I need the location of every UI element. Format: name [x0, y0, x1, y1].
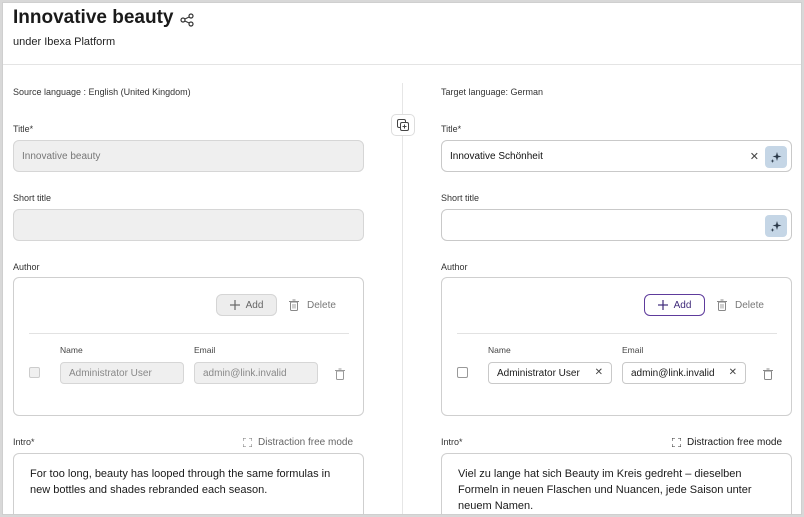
- share-icon[interactable]: [179, 11, 194, 27]
- page-header: Innovative beauty under Ibexa Platform: [3, 3, 801, 65]
- page-subtitle: under Ibexa Platform: [13, 36, 116, 48]
- copy-translation-button[interactable]: [391, 114, 415, 136]
- target-language-label: Target language: German: [441, 87, 544, 97]
- source-distraction-free-button: Distraction free mode: [243, 437, 353, 448]
- source-author-email-value: admin@link.invalid: [203, 367, 287, 379]
- ai-sparkle-icon: [770, 152, 782, 163]
- source-title-field: Innovative beauty: [13, 140, 364, 172]
- target-email-header: Email: [622, 345, 644, 355]
- target-title-label: Title*: [441, 124, 462, 134]
- source-author-email-field: admin@link.invalid: [194, 362, 318, 384]
- expand-icon: [243, 438, 252, 447]
- plus-icon: [229, 300, 240, 310]
- target-author-name-field[interactable]: Administrator User ✕: [488, 362, 612, 384]
- target-add-button[interactable]: Add: [644, 294, 705, 316]
- source-delete-label: Delete: [307, 299, 336, 311]
- source-add-label: Add: [245, 299, 264, 311]
- target-intro-label: Intro*: [441, 437, 463, 447]
- source-delete-button: Delete: [289, 299, 336, 311]
- target-distraction-free-button[interactable]: Distraction free mode: [672, 437, 782, 448]
- source-author-name-value: Administrator User: [69, 367, 152, 379]
- source-short-title-label: Short title: [13, 193, 52, 203]
- expand-icon: [672, 438, 681, 447]
- source-title-label: Title*: [13, 124, 34, 134]
- source-distraction-label: Distraction free mode: [258, 437, 354, 448]
- target-author-checkbox[interactable]: [457, 367, 468, 378]
- source-title-value: Innovative beauty: [22, 150, 101, 162]
- target-delete-label: Delete: [735, 299, 764, 311]
- page-title: Innovative beauty: [13, 7, 194, 29]
- target-author-label: Author: [441, 262, 468, 272]
- source-intro-label: Intro*: [13, 437, 35, 447]
- source-author-box: Add Delete Name Email Administrator User…: [13, 277, 364, 416]
- source-author-name-field: Administrator User: [60, 362, 184, 384]
- source-email-header: Email: [194, 345, 216, 355]
- trash-icon: [289, 299, 299, 311]
- target-name-header: Name: [488, 345, 511, 355]
- source-add-button: Add: [216, 294, 277, 316]
- source-intro-editor: For too long, beauty has looped through …: [13, 453, 364, 514]
- target-intro-text[interactable]: Viel zu lange hat sich Beauty im Kreis g…: [458, 468, 752, 512]
- page-title-text: Innovative beauty: [13, 7, 174, 28]
- source-language-label: Source language : English (United Kingdo…: [13, 87, 191, 97]
- target-add-label: Add: [673, 299, 692, 311]
- target-author-name-value[interactable]: Administrator User: [497, 368, 580, 379]
- target-author-box: Add Delete Name Email Administrator User…: [441, 277, 792, 416]
- ai-assist-button[interactable]: [765, 215, 787, 237]
- target-author-email-field[interactable]: admin@link.invalid ✕: [622, 362, 746, 384]
- target-delete-button[interactable]: Delete: [717, 299, 764, 311]
- translation-window: Innovative beauty under Ibexa Platform S…: [2, 2, 802, 515]
- target-short-title-field[interactable]: [441, 209, 792, 241]
- target-short-title-label: Short title: [441, 193, 480, 203]
- close-icon[interactable]: ✕: [595, 367, 603, 378]
- source-name-header: Name: [60, 345, 83, 355]
- source-author-label: Author: [13, 262, 40, 272]
- source-author-checkbox: [29, 367, 40, 378]
- target-author-email-value[interactable]: admin@link.invalid: [631, 368, 715, 379]
- ai-sparkle-icon: [770, 221, 782, 232]
- close-icon[interactable]: ✕: [750, 150, 759, 163]
- source-intro-text: For too long, beauty has looped through …: [30, 468, 331, 496]
- target-title-field[interactable]: Innovative Schönheit ✕: [441, 140, 792, 172]
- ai-assist-button[interactable]: [765, 146, 787, 168]
- source-author-divider: [29, 333, 349, 334]
- target-distraction-label: Distraction free mode: [687, 437, 783, 448]
- column-divider: [402, 83, 403, 514]
- copy-icon: [397, 119, 409, 131]
- target-author-divider: [457, 333, 777, 334]
- trash-icon[interactable]: [763, 368, 773, 380]
- close-icon[interactable]: ✕: [729, 367, 737, 378]
- trash-icon: [717, 299, 727, 311]
- plus-icon: [657, 300, 668, 310]
- target-title-value[interactable]: Innovative Schönheit: [450, 151, 543, 162]
- trash-icon: [335, 368, 345, 380]
- target-intro-editor[interactable]: Viel zu lange hat sich Beauty im Kreis g…: [441, 453, 792, 514]
- source-short-title-field: [13, 209, 364, 241]
